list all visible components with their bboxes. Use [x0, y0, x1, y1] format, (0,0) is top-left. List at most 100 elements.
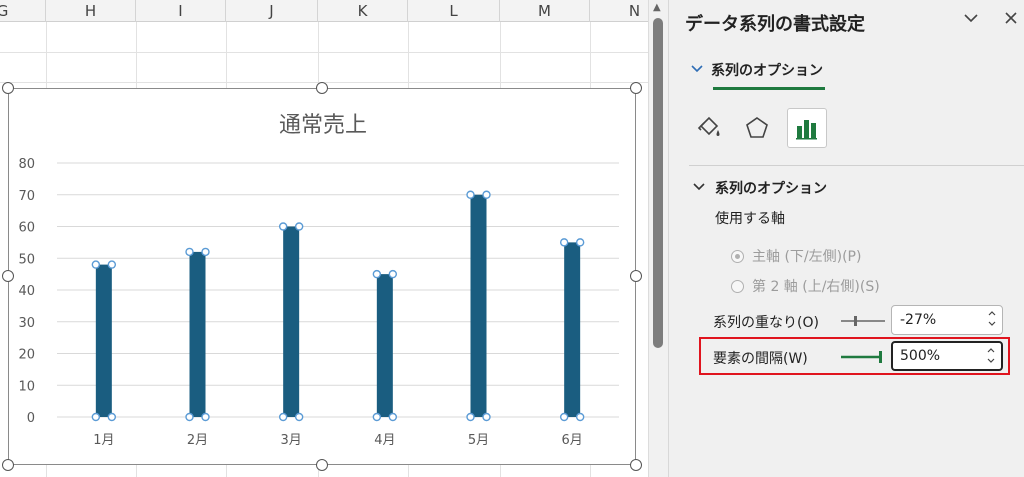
x-tick-label: 4月: [374, 433, 395, 448]
overlap-row: 系列の重なり(O) -27%: [713, 305, 1013, 337]
red-highlight-box: [699, 337, 1010, 375]
y-tick-label: 50: [18, 252, 35, 267]
overlap-slider-icon[interactable]: [839, 315, 887, 327]
close-icon[interactable]: [1003, 10, 1019, 30]
column-header-h[interactable]: H: [46, 0, 136, 22]
y-tick-label: 10: [18, 379, 35, 394]
chart-resize-handle-bottom-left[interactable]: [2, 459, 14, 471]
y-tick-label: 70: [18, 189, 35, 204]
bar-selection-handle: [185, 412, 194, 422]
tab-series-options[interactable]: 系列のオプション: [691, 60, 823, 80]
bar-selection-handle: [388, 412, 398, 422]
bar-selection-handle: [185, 247, 194, 257]
bar-selection-handle: [482, 412, 491, 422]
x-tick-label: 2月: [187, 433, 208, 448]
bar[interactable]: [283, 226, 300, 418]
bar-selection-handle: [201, 247, 210, 257]
section-series-options[interactable]: 系列のオプション: [693, 178, 827, 198]
primary-axis-label: 主軸 (下/左側)(P): [752, 249, 862, 265]
y-tick-label: 80: [18, 157, 35, 172]
bar-selection-handle: [372, 412, 382, 422]
bar-selection-handle: [466, 412, 475, 422]
column-header-l[interactable]: L: [408, 0, 500, 22]
column-header-m[interactable]: M: [500, 0, 590, 22]
y-tick-label: 60: [18, 221, 35, 236]
radio-unselected-icon[interactable]: [731, 279, 744, 293]
y-tick-label: 30: [18, 316, 35, 331]
bar-selection-handle: [372, 269, 382, 279]
overlap-label: 系列の重なり(O): [713, 315, 819, 331]
bar-selection-handle: [107, 412, 117, 422]
x-tick-label: 1月: [93, 433, 114, 448]
bar[interactable]: [189, 251, 206, 417]
bar[interactable]: [470, 194, 487, 417]
bar[interactable]: [564, 242, 581, 417]
bar-selection-handle: [466, 190, 475, 199]
divider: [689, 165, 1024, 166]
chart-resize-handle-right[interactable]: [630, 270, 642, 282]
scrollbar-thumb[interactable]: [653, 18, 663, 348]
spinner-up-icon[interactable]: [988, 310, 996, 316]
chart-resize-handle-top-left[interactable]: [2, 82, 14, 94]
bar-selection-handle: [91, 412, 101, 422]
effects-pentagon-icon[interactable]: [737, 108, 777, 148]
x-tick-label: 3月: [281, 433, 302, 448]
series-options-chart-icon[interactable]: [787, 108, 827, 148]
x-tick-label: 5月: [468, 433, 489, 448]
tab-underline: [713, 87, 825, 90]
chart-area[interactable]: 通常売上 0 10 20 30 40 50 60 70 80 1月 2月 3月 4月 5月 6月: [8, 88, 636, 465]
overlap-spinner[interactable]: [988, 309, 996, 331]
radio-selected-icon[interactable]: [731, 249, 744, 263]
scroll-up-arrow-icon[interactable]: ▲: [653, 2, 661, 13]
secondary-axis-radio[interactable]: 第 2 軸 (上/右側)(S): [731, 276, 880, 296]
bar-selection-handle: [559, 412, 569, 422]
x-tick-label: 6月: [562, 433, 583, 448]
column-header-i[interactable]: I: [136, 0, 226, 22]
section-label: 系列のオプション: [715, 181, 827, 197]
column-header-n[interactable]: N: [590, 0, 648, 22]
bar-selection-handle: [91, 260, 101, 269]
tab-label: 系列のオプション: [711, 63, 823, 79]
bar-selection-handle: [278, 222, 288, 231]
y-tick-label: 40: [18, 284, 35, 299]
bar[interactable]: [376, 274, 393, 417]
grid-line: [0, 52, 648, 53]
column-headers: G H I J K L M N: [0, 0, 648, 22]
pane-title: データ系列の書式設定: [685, 14, 865, 35]
bar-selection-handle: [201, 412, 210, 422]
secondary-axis-label: 第 2 軸 (上/右側)(S): [752, 279, 880, 295]
vertical-scrollbar[interactable]: ▲: [648, 0, 668, 477]
column-header-k[interactable]: K: [318, 0, 408, 22]
y-tick-label: 20: [18, 348, 35, 363]
column-header-g[interactable]: G: [0, 0, 46, 22]
chart-resize-handle-left[interactable]: [2, 270, 14, 282]
bar-selection-handle: [482, 190, 491, 199]
overlap-value: -27%: [900, 312, 937, 328]
bar-selection-handle: [107, 260, 117, 269]
bar-selection-handle: [294, 222, 304, 231]
axis-label: 使用する軸: [715, 211, 785, 227]
chart-plot[interactable]: 0 10 20 30 40 50 60 70 80 1月 2月 3月 4月 5月 6月: [9, 89, 637, 466]
spinner-down-icon[interactable]: [988, 321, 996, 327]
chevron-down-icon: [693, 180, 705, 196]
column-header-j[interactable]: J: [226, 0, 318, 22]
worksheet[interactable]: G H I J K L M N 通常売上 0 10 20 30 40 50 60 70 80 1月…: [0, 0, 648, 477]
chart-resize-handle-top-right[interactable]: [630, 82, 642, 94]
primary-axis-radio[interactable]: 主軸 (下/左側)(P): [731, 246, 861, 266]
bar-selection-handle: [559, 238, 569, 247]
bar-selection-handle: [294, 412, 304, 422]
format-data-series-pane: データ系列の書式設定 系列のオプション 系列のオプション 使用する軸 主軸 (下…: [668, 0, 1024, 477]
overlap-input[interactable]: -27%: [891, 305, 1003, 335]
bar-selection-handle: [278, 412, 288, 422]
chevron-down-icon: [691, 63, 703, 77]
y-tick-label: 0: [27, 411, 35, 426]
chart-resize-handle-bottom[interactable]: [316, 459, 328, 471]
bar-selection-handle: [575, 238, 585, 247]
chart-resize-handle-top[interactable]: [316, 82, 328, 94]
bar-selection-handle: [388, 269, 398, 279]
chart-resize-handle-bottom-right[interactable]: [630, 459, 642, 471]
bar[interactable]: [95, 264, 112, 417]
bar-selection-handle: [575, 412, 585, 422]
fill-line-icon[interactable]: [689, 108, 729, 148]
pane-options-chevron-icon[interactable]: [963, 10, 979, 30]
